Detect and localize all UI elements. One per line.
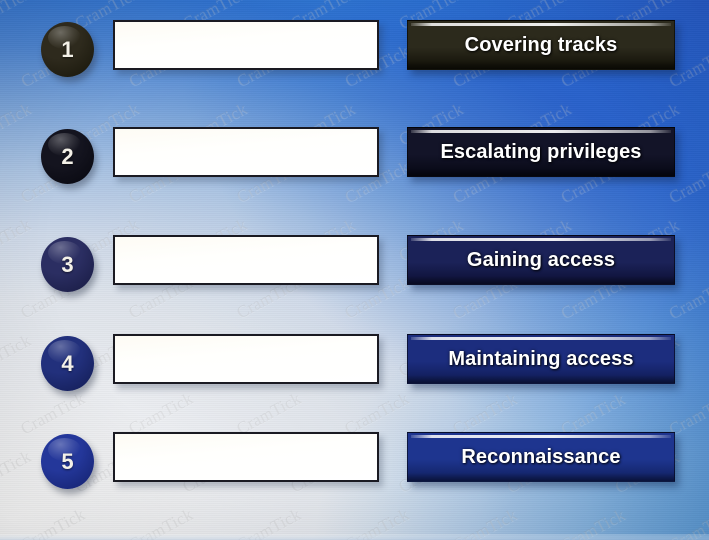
- step-number-text: 2: [61, 143, 74, 169]
- phase-label-box-1[interactable]: Covering tracks: [407, 20, 675, 70]
- step-number-badge-2: 2: [41, 129, 94, 184]
- step-number-text: 1: [61, 36, 74, 62]
- phase-label-box-2[interactable]: Escalating privileges: [407, 127, 675, 177]
- ordering-row: 5 Reconnaissance: [0, 430, 709, 492]
- phase-label-box-4[interactable]: Maintaining access: [407, 334, 675, 384]
- phase-label-text: Reconnaissance: [461, 445, 621, 468]
- answer-blank-box-5[interactable]: [113, 432, 379, 482]
- phase-label-text: Escalating privileges: [440, 140, 642, 163]
- step-number-text: 3: [61, 251, 74, 277]
- answer-blank-box-3[interactable]: [113, 235, 379, 285]
- label-box-bottom-shade: [408, 61, 674, 69]
- label-box-top-highlight: [411, 337, 671, 340]
- phase-label-text: Maintaining access: [448, 347, 634, 370]
- label-box-top-highlight: [411, 238, 671, 241]
- step-number-text: 5: [61, 448, 74, 474]
- phase-label-text: Gaining access: [466, 248, 616, 271]
- phase-label-box-5[interactable]: Reconnaissance: [407, 432, 675, 482]
- step-number-badge-1: 1: [41, 22, 94, 77]
- phase-label-text: Covering tracks: [464, 33, 618, 56]
- label-box-top-highlight: [411, 23, 671, 26]
- step-number-text: 4: [61, 350, 74, 376]
- answer-blank-box-4[interactable]: [113, 334, 379, 384]
- answer-blank-box-2[interactable]: [113, 127, 379, 177]
- ordering-row: 1 Covering tracks: [0, 18, 709, 80]
- step-number-badge-4: 4: [41, 336, 94, 391]
- label-box-bottom-shade: [408, 276, 674, 284]
- step-number-badge-5: 5: [41, 434, 94, 489]
- label-box-bottom-shade: [408, 375, 674, 383]
- ordering-row: 4 Maintaining access: [0, 332, 709, 394]
- step-number-badge-3: 3: [41, 237, 94, 292]
- ordering-row: 3 Gaining access: [0, 233, 709, 295]
- label-box-bottom-shade: [408, 473, 674, 481]
- label-box-bottom-shade: [408, 168, 674, 176]
- slide-canvas: CramTickCramTickCramTickCramTickCramTick…: [0, 0, 709, 540]
- phase-label-box-3[interactable]: Gaining access: [407, 235, 675, 285]
- ordering-row: 2 Escalating privileges: [0, 125, 709, 187]
- label-box-top-highlight: [411, 130, 671, 133]
- label-box-top-highlight: [411, 435, 671, 438]
- answer-blank-box-1[interactable]: [113, 20, 379, 70]
